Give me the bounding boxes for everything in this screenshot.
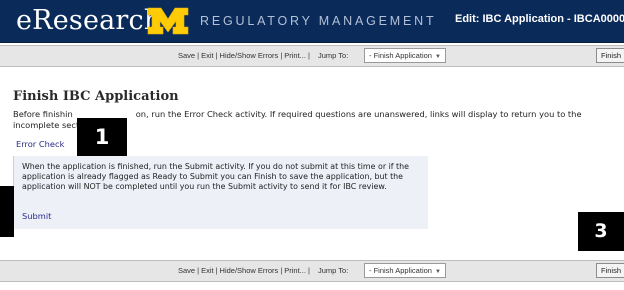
jump-to-select[interactable]: - Finish Application ▼ (364, 263, 446, 278)
callout-badge-1: 1 (77, 118, 127, 156)
error-check-link[interactable]: Error Check (16, 139, 64, 149)
submit-panel: When the application is finished, run th… (13, 156, 428, 229)
print-link[interactable]: Print... (284, 51, 306, 60)
exit-link[interactable]: Exit (201, 51, 214, 60)
brand-title: eResearch (16, 5, 162, 36)
callout-badge-3: 3 (578, 212, 624, 251)
top-toolbar: Save | Exit | Hide/Show Errors | Print... | Jum… (0, 45, 624, 67)
save-link[interactable]: Save (178, 266, 195, 275)
print-link[interactable]: Print... (284, 266, 306, 275)
bottom-toolbar: Save | Exit | Hide/Show Errors | Print... | Jum… (0, 260, 624, 282)
toolbar-links: Save | Exit | Hide/Show Errors | Print... | (178, 266, 312, 275)
hide-show-errors-link[interactable]: Hide/Show Errors (220, 51, 279, 60)
exit-link[interactable]: Exit (201, 266, 214, 275)
hide-show-errors-link[interactable]: Hide/Show Errors (220, 266, 279, 275)
page-title: Finish IBC Application (13, 89, 179, 104)
jump-to-label: Jump To: (318, 51, 349, 60)
save-link[interactable]: Save (178, 51, 195, 60)
jump-to-label: Jump To: (318, 266, 349, 275)
jump-to-select[interactable]: - Finish Application ▼ (364, 48, 446, 63)
toolbar-divider: | (307, 51, 310, 60)
jump-to-value: - Finish Application (369, 266, 432, 275)
submit-instructions: When the application is finished, run th… (22, 162, 409, 191)
app-name: REGULATORY MANAGEMENT (200, 14, 437, 28)
edit-title: Edit: IBC Application - IBCA00000253 (455, 13, 624, 25)
app-header: eResearch REGULATORY MANAGEMENT Edit: IB… (0, 0, 624, 43)
submit-link[interactable]: Submit (22, 211, 51, 221)
callout-badge-2 (0, 186, 14, 237)
intro-text-start: Before finishin (13, 109, 73, 119)
jump-to-value: - Finish Application (369, 51, 432, 60)
finish-button[interactable]: Finish (596, 48, 624, 63)
toolbar-divider: | (307, 266, 310, 275)
toolbar-links: Save | Exit | Hide/Show Errors | Print... | (178, 51, 312, 60)
finish-button[interactable]: Finish (596, 263, 624, 278)
chevron-down-icon: ▼ (434, 54, 441, 60)
chevron-down-icon: ▼ (434, 269, 441, 275)
block-m-logo-icon (147, 7, 189, 35)
